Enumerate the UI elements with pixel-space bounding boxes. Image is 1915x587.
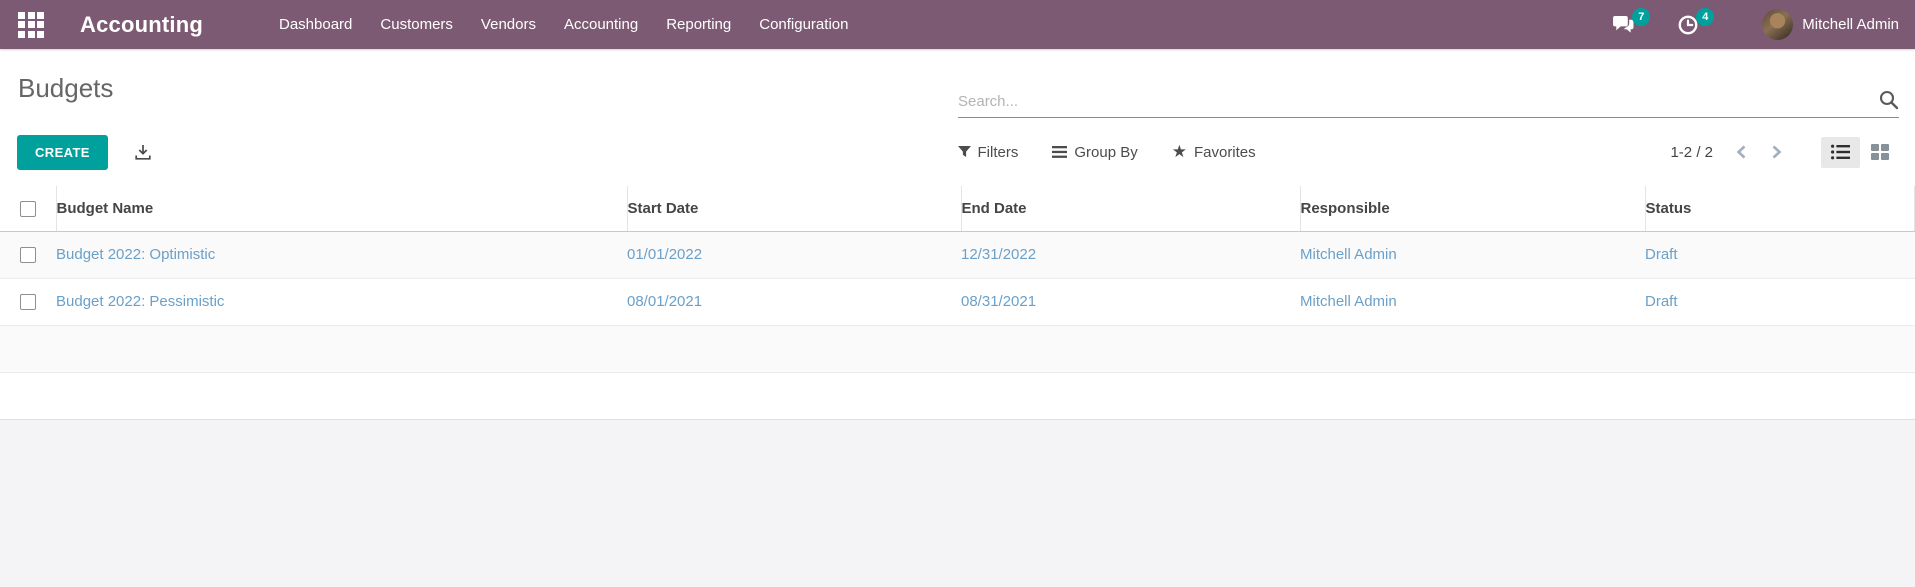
page-title: Budgets <box>18 73 114 103</box>
kanban-view-button[interactable] <box>1860 137 1899 168</box>
page-background <box>0 419 1915 587</box>
table-row-budget-pessimistic[interactable]: Budget 2022: Pessimistic 08/01/2021 08/3… <box>0 278 1915 325</box>
cell-responsible[interactable]: Mitchell Admin <box>1300 231 1645 278</box>
cell-status[interactable]: Draft <box>1645 231 1915 278</box>
cell-end-date[interactable]: 12/31/2022 <box>961 231 1300 278</box>
empty-row <box>0 325 1915 372</box>
action-buttons: CREATE <box>16 134 958 170</box>
control-panel: Budgets CREATE Filters <box>0 49 1915 186</box>
search-bar <box>958 49 1899 118</box>
empty-row <box>0 372 1915 419</box>
messages-count-badge: 7 <box>1632 8 1651 26</box>
table-row-budget-optimistic[interactable]: Budget 2022: Optimistic 01/01/2022 12/31… <box>0 231 1915 278</box>
activities-button[interactable]: 4 <box>1678 7 1715 35</box>
row-checkbox[interactable] <box>20 294 36 311</box>
menu-item-configuration[interactable]: Configuration <box>745 0 862 49</box>
create-button[interactable]: CREATE <box>17 134 108 170</box>
kanban-view-icon <box>1870 144 1889 160</box>
messages-button[interactable]: 7 <box>1613 8 1651 34</box>
row-select-cell <box>0 231 56 278</box>
cell-budget-name[interactable]: Budget 2022: Pessimistic <box>56 278 627 325</box>
group-by-bars-icon <box>1052 146 1068 158</box>
cell-start-date[interactable]: 01/01/2022 <box>627 231 961 278</box>
column-header-start-date[interactable]: Start Date <box>627 186 962 232</box>
pager-range[interactable]: 1-2 / 2 <box>1670 144 1713 161</box>
messages-icon <box>1613 15 1634 33</box>
user-avatar <box>1762 9 1794 40</box>
favorites-star-icon: ★ <box>1171 142 1187 161</box>
pager-previous-icon[interactable] <box>1731 140 1751 164</box>
column-header-status[interactable]: Status <box>1645 186 1915 232</box>
menu-item-customers[interactable]: Customers <box>366 0 467 49</box>
favorites-button[interactable]: ★ Favorites <box>1172 142 1256 162</box>
search-options: Filters Group By ★ Favorites <box>957 142 1256 162</box>
menu-item-reporting[interactable]: Reporting <box>652 0 745 49</box>
select-all-cell <box>0 186 57 232</box>
budgets-list-table: Budget Name Start Date End Date Responsi… <box>0 186 1915 420</box>
navbar-right: 7 4 Mitchell Admin <box>1613 7 1899 40</box>
select-all-checkbox[interactable] <box>20 200 36 217</box>
export-button[interactable] <box>135 144 151 160</box>
activity-clock-icon <box>1678 15 1698 34</box>
view-switcher <box>1821 136 1899 168</box>
column-header-responsible[interactable]: Responsible <box>1300 186 1646 232</box>
pager: 1-2 / 2 <box>1670 136 1899 168</box>
filters-button[interactable]: Filters <box>957 144 1018 161</box>
user-menu[interactable]: Mitchell Admin <box>1762 9 1899 40</box>
export-download-icon <box>135 144 151 160</box>
menu-item-vendors[interactable]: Vendors <box>467 0 550 49</box>
column-header-budget-name[interactable]: Budget Name <box>56 186 628 232</box>
cell-responsible[interactable]: Mitchell Admin <box>1300 278 1645 325</box>
cell-status[interactable]: Draft <box>1645 278 1915 325</box>
row-checkbox[interactable] <box>20 247 36 264</box>
search-input[interactable] <box>958 93 1871 110</box>
menu-item-dashboard[interactable]: Dashboard <box>265 0 366 49</box>
cell-start-date[interactable]: 08/01/2021 <box>627 278 961 325</box>
list-view-button[interactable] <box>1821 136 1860 168</box>
activities-count-badge: 4 <box>1696 7 1715 26</box>
apps-menu-icon[interactable] <box>18 11 44 38</box>
cell-budget-name[interactable]: Budget 2022: Optimistic <box>56 231 627 278</box>
filter-funnel-icon <box>957 146 971 158</box>
main-menu: Dashboard Customers Vendors Accounting R… <box>265 0 862 49</box>
list-view-icon <box>1831 144 1850 160</box>
row-select-cell <box>0 278 56 325</box>
user-name: Mitchell Admin <box>1802 16 1899 33</box>
menu-item-accounting[interactable]: Accounting <box>550 0 652 49</box>
cell-end-date[interactable]: 08/31/2021 <box>961 278 1300 325</box>
table-header-row: Budget Name Start Date End Date Responsi… <box>0 186 1915 232</box>
group-by-button[interactable]: Group By <box>1052 144 1138 161</box>
search-icon[interactable] <box>1879 90 1899 110</box>
column-header-end-date[interactable]: End Date <box>961 186 1301 232</box>
app-title[interactable]: Accounting <box>80 12 203 38</box>
top-navbar: Accounting Dashboard Customers Vendors A… <box>0 0 1915 49</box>
pager-next-icon[interactable] <box>1767 140 1787 164</box>
